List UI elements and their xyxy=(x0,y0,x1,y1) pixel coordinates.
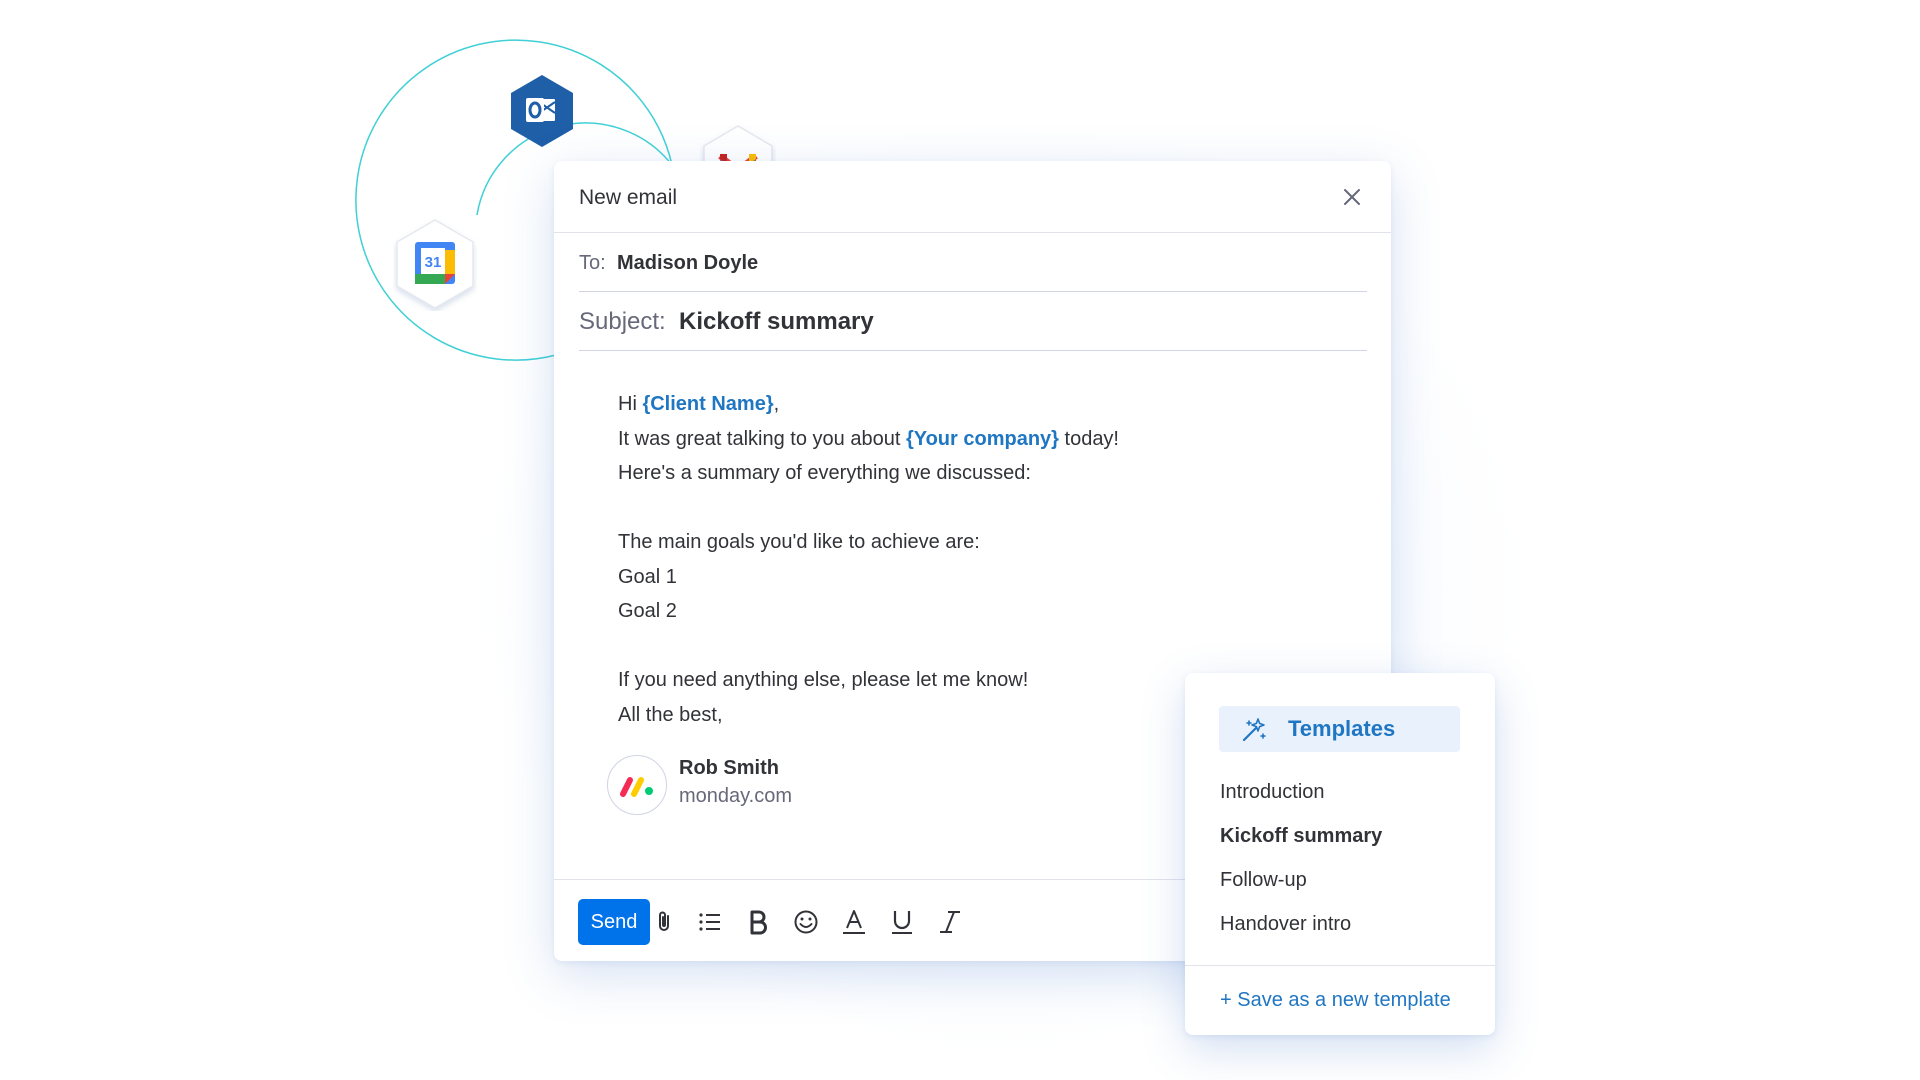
window-title: New email xyxy=(579,186,678,209)
underline-button[interactable] xyxy=(888,908,916,936)
email-header: New email xyxy=(554,161,1391,233)
close-button[interactable] xyxy=(1338,183,1366,211)
signature-company: monday.com xyxy=(679,785,793,807)
subject-label: Subject: xyxy=(579,308,666,335)
body-line: The main goals you'd like to achieve are… xyxy=(618,531,980,553)
body-line: It was great talking to you about {Your … xyxy=(618,422,1119,457)
panel-divider xyxy=(1185,965,1495,966)
calendar-day-label: 31 xyxy=(425,254,442,271)
template-item-introduction[interactable]: Introduction xyxy=(1220,781,1325,804)
outlook-icon xyxy=(511,75,573,147)
avatar xyxy=(607,755,667,815)
italic-icon xyxy=(940,911,960,933)
greeting-comma: , xyxy=(773,393,780,415)
list-button[interactable] xyxy=(696,908,724,936)
close-icon xyxy=(1344,189,1360,205)
client-name-variable[interactable]: {Client Name} xyxy=(642,393,773,415)
monday-logo-icon xyxy=(620,777,653,797)
greeting-text: Hi xyxy=(618,393,643,415)
underline-icon xyxy=(892,911,912,934)
google-calendar-icon: 31 xyxy=(396,219,474,309)
template-item-kickoff-summary[interactable]: Kickoff summary xyxy=(1220,825,1382,848)
body-text-span: It was great talking to you about xyxy=(618,427,906,450)
subject-field[interactable]: Subject: Kickoff summary xyxy=(579,291,1367,351)
body-line: Goal 2 xyxy=(618,600,677,622)
templates-header[interactable]: Templates xyxy=(1219,706,1460,752)
body-text-span: today! xyxy=(1058,427,1120,450)
template-item-follow-up[interactable]: Follow-up xyxy=(1220,869,1307,892)
save-as-template-link[interactable]: + Save as a new template xyxy=(1220,989,1451,1012)
bold-button[interactable] xyxy=(744,908,772,936)
to-label: To: xyxy=(579,252,606,274)
body-line: Here's a summary of everything we discus… xyxy=(618,462,1031,484)
google-calendar-integration[interactable]: 31 xyxy=(393,217,477,311)
emoji-button[interactable] xyxy=(792,908,820,936)
send-button[interactable]: Send xyxy=(578,899,650,945)
signature-name: Rob Smith xyxy=(679,757,779,779)
text-color-button[interactable] xyxy=(840,908,868,936)
body-line: Goal 1 xyxy=(618,565,677,588)
italic-button[interactable] xyxy=(936,908,964,936)
bulleted-list-icon xyxy=(699,913,720,931)
bold-icon xyxy=(750,910,767,935)
text-color-icon xyxy=(843,910,865,934)
emoji-icon xyxy=(794,910,818,934)
attach-button[interactable] xyxy=(651,908,679,936)
to-recipient[interactable]: Madison Doyle xyxy=(617,252,758,275)
attachment-icon xyxy=(659,911,669,931)
body-blank-line xyxy=(618,629,1119,664)
body-greeting-line: Hi {Client Name}, xyxy=(618,387,1119,422)
templates-panel: Templates Introduction Kickoff summary F… xyxy=(1185,673,1495,1035)
outlook-integration[interactable] xyxy=(508,73,576,149)
email-body[interactable]: Hi {Client Name}, It was great talking t… xyxy=(618,387,1119,732)
body-line: All the best, xyxy=(618,703,723,726)
to-field[interactable]: To: Madison Doyle xyxy=(579,232,1367,292)
company-variable[interactable]: {Your company} xyxy=(906,428,1059,450)
subject-value[interactable]: Kickoff summary xyxy=(679,308,874,336)
template-item-handover-intro[interactable]: Handover intro xyxy=(1220,913,1351,936)
body-line: If you need anything else, please let me… xyxy=(618,669,1029,691)
templates-title: Templates xyxy=(1288,716,1396,741)
magic-wand-icon xyxy=(1242,718,1266,742)
body-blank-line xyxy=(618,491,1119,526)
